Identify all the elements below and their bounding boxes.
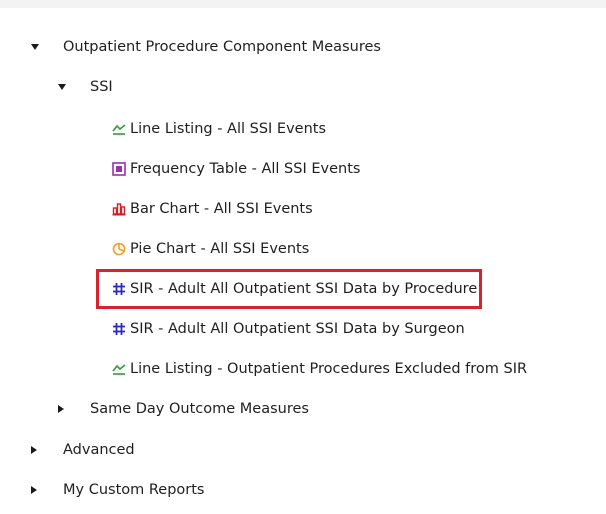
report-label: SIR - Adult All Outpatient SSI Data by P…: [130, 281, 478, 297]
expand-right-icon[interactable]: [58, 405, 64, 413]
pie-chart-icon: [112, 242, 126, 256]
report-label: Line Listing - Outpatient Procedures Exc…: [130, 361, 528, 377]
report-label: Bar Chart - All SSI Events: [130, 201, 313, 217]
tree-node-label: My Custom Reports: [63, 482, 205, 498]
report-label: Frequency Table - All SSI Events: [130, 161, 361, 177]
bar-chart-icon: [112, 203, 126, 216]
expand-right-icon[interactable]: [31, 446, 37, 454]
report-label: Line Listing - All SSI Events: [130, 121, 327, 137]
tree-node-label: SSI: [90, 79, 113, 95]
expand-right-icon[interactable]: [31, 486, 37, 494]
tree-node-label: Outpatient Procedure Component Measures: [63, 39, 381, 55]
line-listing-icon: [112, 124, 126, 135]
top-band: [0, 0, 606, 8]
expand-down-icon[interactable]: [31, 44, 39, 50]
line-listing-icon: [112, 364, 126, 375]
tree-node-label: Advanced: [63, 442, 135, 458]
frequency-table-icon: [112, 162, 126, 176]
tree-node-label: Same Day Outcome Measures: [90, 401, 309, 417]
report-label: Pie Chart - All SSI Events: [130, 241, 310, 257]
expand-down-icon[interactable]: [58, 84, 66, 90]
sir-grid-icon: [113, 323, 125, 335]
sir-grid-icon: [113, 283, 125, 295]
report-label: SIR - Adult All Outpatient SSI Data by S…: [130, 321, 465, 337]
